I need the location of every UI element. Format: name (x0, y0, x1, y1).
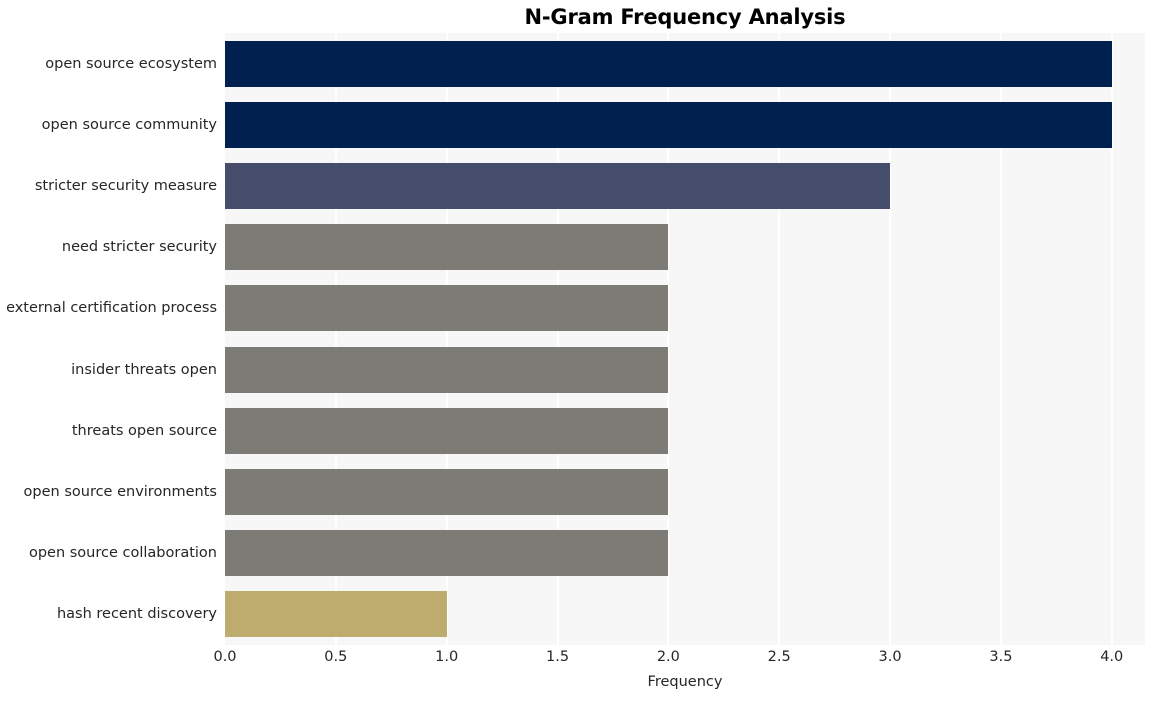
y-tick-label: open source collaboration (28, 545, 217, 562)
bar[interactable] (225, 530, 669, 577)
x-tick-label: 1.5 (545, 649, 570, 665)
x-tick-label: 0.5 (324, 649, 348, 665)
x-tick-label: 4.0 (1100, 649, 1124, 665)
bar[interactable] (225, 346, 669, 393)
y-tick-label: open source ecosystem (45, 55, 217, 72)
bar[interactable] (225, 469, 669, 515)
bar[interactable] (225, 163, 891, 209)
y-tick-label: external certification process (6, 300, 217, 317)
y-tick-label: open source environments (23, 484, 217, 500)
x-tick-label: 1.0 (435, 649, 459, 665)
y-axis: open source ecosystem open source communi… (0, 33, 217, 645)
x-tick-label: 2.0 (656, 649, 680, 665)
plot-area (225, 33, 1145, 645)
chart-figure: N-Gram Frequency Analysis open source ec… (0, 0, 1165, 701)
bar[interactable] (225, 407, 669, 454)
y-tick-label: insider threats open (71, 361, 217, 378)
y-tick-label: threats open source (71, 422, 217, 439)
x-tick-label: 2.5 (767, 649, 791, 665)
chart-title: N-Gram Frequency Analysis (524, 5, 846, 29)
bar[interactable] (225, 224, 669, 271)
bar[interactable] (225, 101, 1112, 148)
y-tick-label: stricter security measure (34, 178, 217, 194)
x-tick-label: 3.0 (878, 649, 902, 665)
bar[interactable] (225, 285, 669, 332)
bar[interactable] (225, 40, 1112, 87)
y-tick-label: need stricter security (61, 239, 217, 256)
x-tick-label: 0.0 (213, 649, 237, 665)
y-tick-label: hash recent discovery (56, 606, 217, 623)
x-axis-title: Frequency (647, 674, 723, 690)
y-tick-label: open source community (41, 116, 217, 133)
bar[interactable] (225, 591, 447, 638)
x-tick-label: 3.5 (989, 649, 1013, 665)
x-axis: 0.0 0.5 1.0 1.5 2.0 2.5 3.0 3.5 4.0 (213, 645, 1145, 675)
